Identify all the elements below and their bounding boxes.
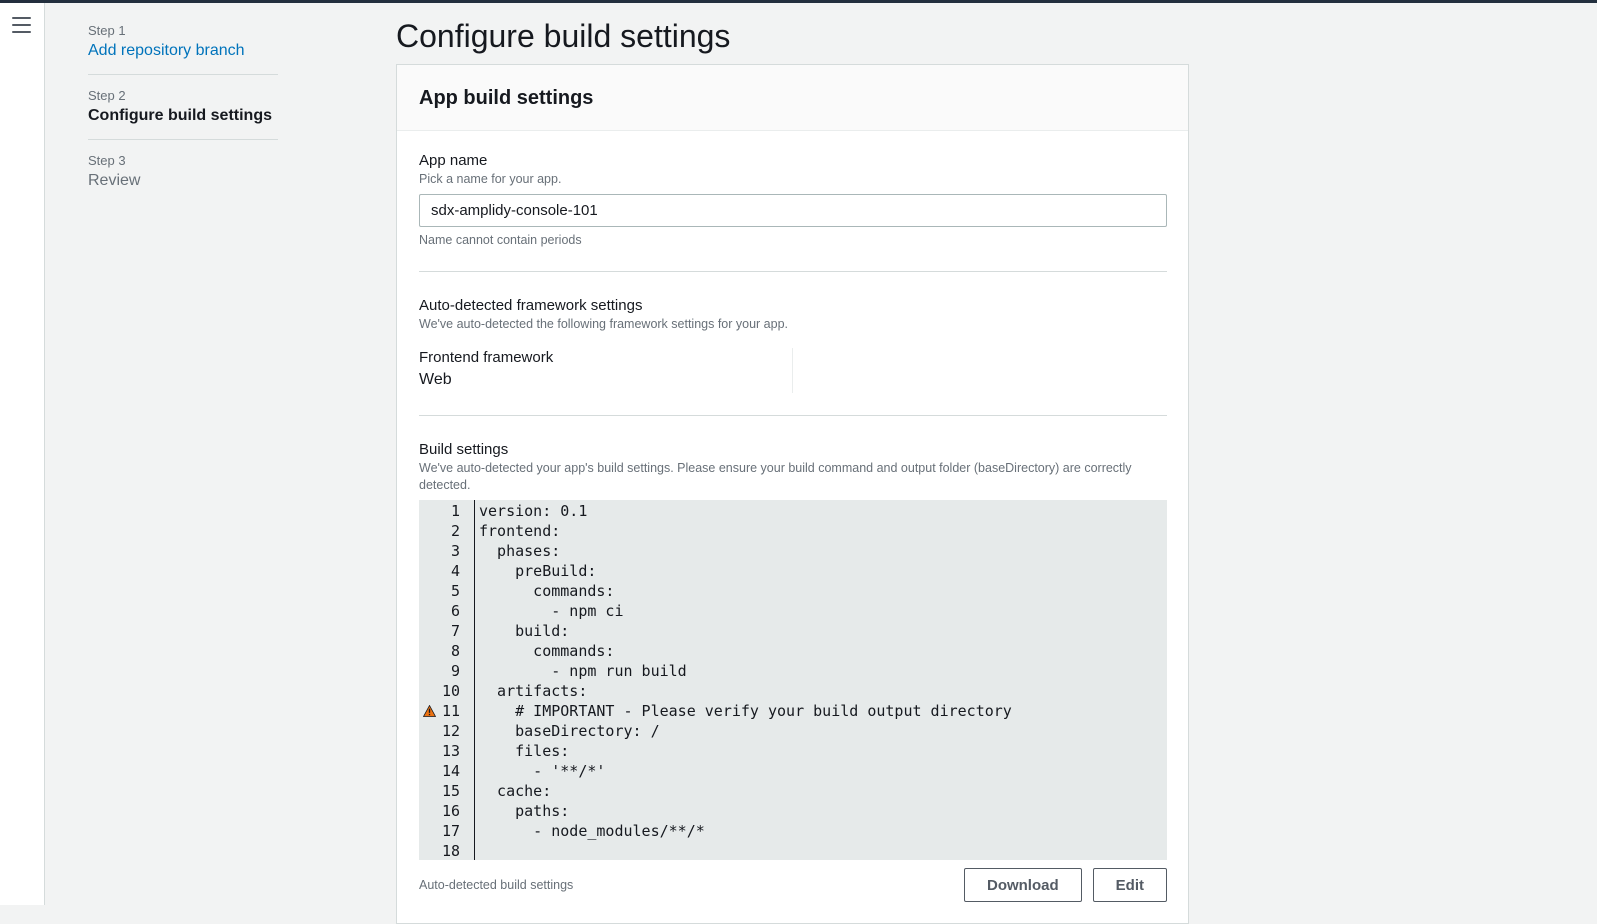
framework-row: Frontend framework Web [419, 348, 1166, 393]
code-line: build: [479, 622, 570, 640]
divider [419, 415, 1167, 416]
line-number: 9 [450, 662, 460, 680]
app-name-constraint: Name cannot contain periods [419, 233, 582, 247]
build-settings-label: Build settings [419, 441, 509, 458]
framework-description: We've auto-detected the following framew… [419, 317, 789, 331]
step-number: Step 3 [88, 153, 126, 168]
download-button[interactable]: Download [963, 868, 1082, 902]
line-number: 8 [450, 642, 460, 660]
line-number: 11 [419, 701, 474, 721]
code-line: commands: [479, 582, 615, 600]
code-line: frontend: [479, 522, 561, 540]
wizard-steps: Step 1 Add repository branch Step 2 Conf… [88, 22, 278, 216]
code-line: - '**/*' [479, 762, 606, 780]
hamburger-icon[interactable] [12, 17, 31, 33]
code-line: - npm ci [479, 602, 624, 620]
frontend-framework-value: Web [419, 371, 452, 388]
line-number: 12 [441, 722, 460, 740]
line-number-gutter: 1 2 3 4 5 6 7 8 9 10 11 12 13 14 15 16 17 18 [419, 500, 475, 860]
panel-title: App build settings [419, 87, 594, 109]
app-build-settings-panel: App build settings App name Pick a name … [396, 64, 1189, 924]
line-number: 15 [441, 782, 460, 800]
frontend-framework-label: Frontend framework [419, 349, 554, 366]
code-line: preBuild: [479, 562, 597, 580]
framework-label: Auto-detected framework settings [419, 297, 643, 314]
code-line: files: [479, 742, 570, 760]
divider [419, 271, 1167, 272]
step-link-add-repository-branch[interactable]: Add repository branch [88, 40, 278, 62]
warning-icon [423, 705, 436, 717]
frontend-framework-column: Frontend framework Web [419, 348, 793, 393]
line-number: 6 [450, 602, 460, 620]
step-review: Review [88, 172, 141, 189]
build-settings-actions: Download Edit [963, 868, 1167, 902]
code-line: artifacts: [479, 682, 588, 700]
line-number: 14 [441, 762, 460, 780]
app-name-description: Pick a name for your app. [419, 172, 562, 186]
app-name-label: App name [419, 152, 488, 169]
build-settings-section: Build settings We've auto-detected your … [419, 440, 1167, 902]
code-line: phases: [479, 542, 561, 560]
step-2: Step 2 Configure build settings [88, 87, 278, 140]
step-current-configure-build-settings: Configure build settings [88, 107, 272, 124]
step-1: Step 1 Add repository branch [88, 22, 278, 75]
build-settings-footer: Auto-detected build settings Download Ed… [419, 868, 1167, 902]
line-number: 5 [450, 582, 460, 600]
app-name-section: App name Pick a name for your app. Name … [419, 151, 1167, 249]
step-number: Step 1 [88, 23, 126, 38]
build-spec-editor[interactable]: 1 2 3 4 5 6 7 8 9 10 11 12 13 14 15 16 17 18 version: 0.1… [419, 500, 1167, 860]
panel-body: App name Pick a name for your app. Name … [397, 131, 1188, 902]
edit-button[interactable]: Edit [1092, 868, 1167, 902]
code-line: paths: [479, 802, 570, 820]
line-number: 17 [441, 822, 460, 840]
build-settings-footer-note: Auto-detected build settings [419, 877, 574, 892]
line-number: 1 [450, 502, 460, 520]
line-number: 18 [441, 842, 460, 860]
code-line: cache: [479, 782, 552, 800]
code-line: # IMPORTANT - Please verify your build o… [479, 702, 1012, 720]
line-number: 3 [450, 542, 460, 560]
top-bar [0, 0, 1597, 3]
app-name-input[interactable] [419, 194, 1167, 227]
step-3: Step 3 Review [88, 152, 278, 204]
line-number: 4 [450, 562, 460, 580]
line-number: 7 [450, 622, 460, 640]
code-line: baseDirectory: / [479, 722, 660, 740]
line-number: 13 [441, 742, 460, 760]
code-line: version: 0.1 [479, 502, 588, 520]
code-line: commands: [479, 642, 615, 660]
line-number: 2 [450, 522, 460, 540]
line-number: 16 [441, 802, 460, 820]
build-settings-description: We've auto-detected your app's build set… [419, 461, 1132, 492]
code-line: - node_modules/**/* [479, 822, 705, 840]
page-title: Configure build settings [396, 18, 731, 54]
code-line: - npm run build [479, 662, 687, 680]
framework-section: Auto-detected framework settings We've a… [419, 296, 1166, 393]
code-lines: version: 0.1 frontend: phases: preBuild: … [475, 500, 1012, 860]
side-rail [0, 3, 45, 905]
step-number: Step 2 [88, 88, 126, 103]
line-number: 10 [441, 682, 460, 700]
panel-header: App build settings [397, 65, 1188, 131]
